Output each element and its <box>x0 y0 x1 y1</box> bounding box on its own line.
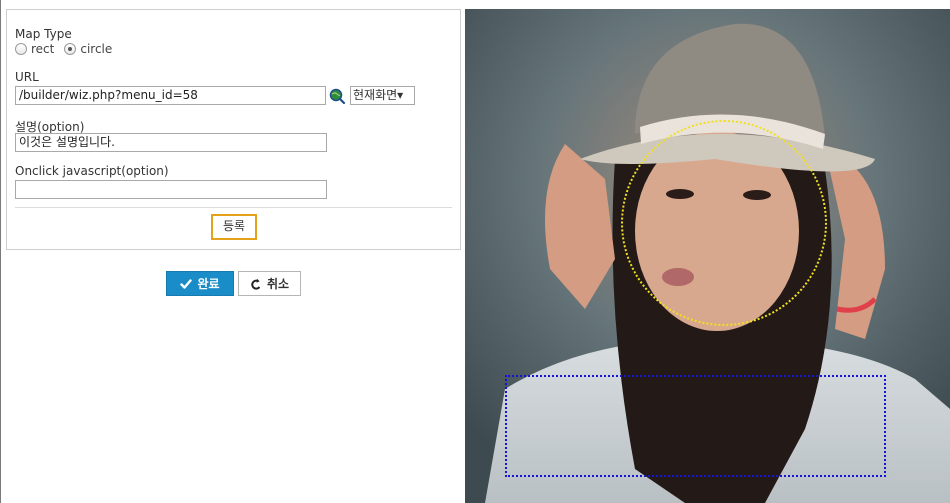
rect-hotspot[interactable] <box>505 375 886 477</box>
target-select[interactable]: 현재화면▾ <box>350 86 415 105</box>
check-icon <box>180 278 193 289</box>
description-input[interactable]: 이것은 설명입니다. <box>15 133 327 152</box>
map-type-radio-group: rect circle <box>15 42 122 56</box>
circle-hotspot[interactable] <box>621 120 827 326</box>
hotspot-form-panel: Map Type rect circle URL /builder/wiz.ph… <box>6 9 461 250</box>
cancel-button-label: 취소 <box>266 277 290 291</box>
radio-circle-label[interactable]: circle <box>80 42 112 56</box>
cancel-button[interactable]: 취소 <box>238 271 301 296</box>
radio-circle[interactable] <box>64 43 77 55</box>
onclick-label: Onclick javascript(option) <box>15 164 169 178</box>
onclick-input[interactable] <box>15 180 327 199</box>
form-divider <box>15 207 452 208</box>
done-button[interactable]: 완료 <box>166 271 234 296</box>
undo-icon <box>251 278 261 290</box>
done-button-label: 완료 <box>197 277 220 291</box>
image-map-photo[interactable] <box>465 9 950 503</box>
map-type-label: Map Type <box>15 27 72 41</box>
radio-rect[interactable] <box>15 43 27 55</box>
register-button[interactable]: 등록 <box>211 214 257 240</box>
url-label: URL <box>15 70 39 84</box>
url-input[interactable]: /builder/wiz.php?menu_id=58 <box>15 86 326 105</box>
radio-rect-label[interactable]: rect <box>31 42 54 56</box>
left-edge-border <box>0 0 1 503</box>
search-globe-icon[interactable] <box>329 88 345 104</box>
